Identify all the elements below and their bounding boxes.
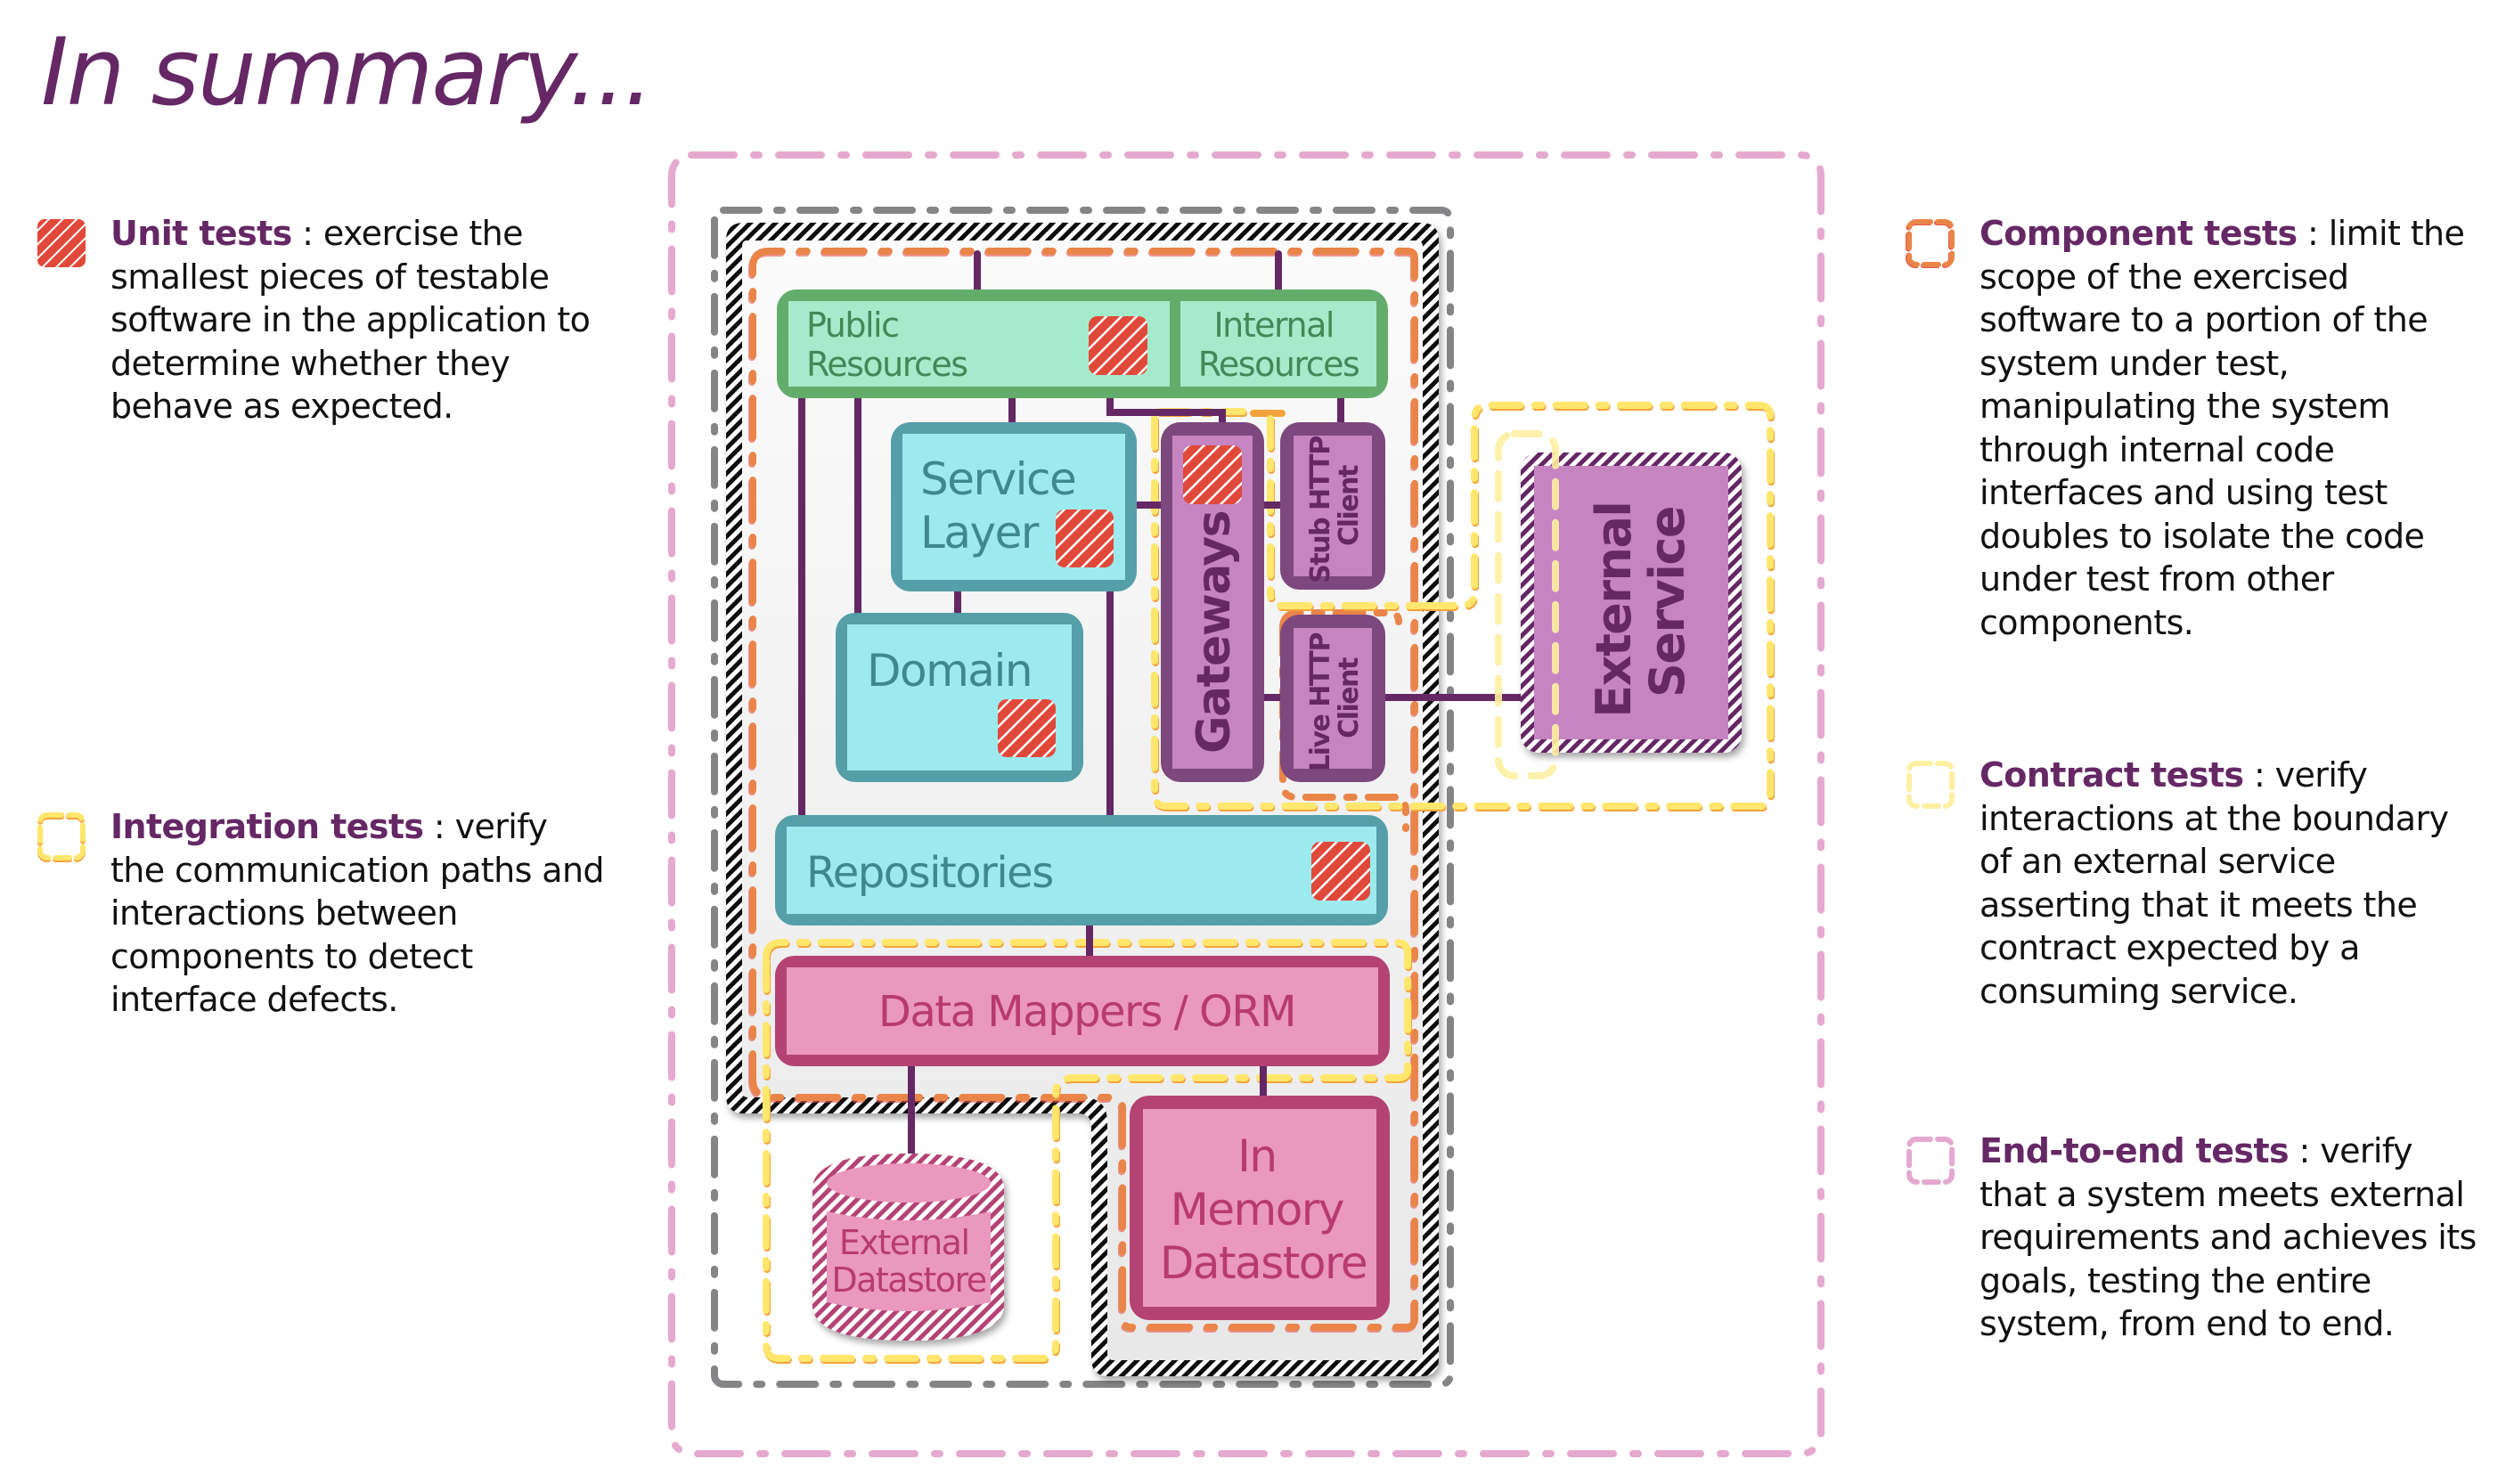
in-memory-datastore-box[interactable]: In Memory Datastore (1130, 1096, 1390, 1320)
unit-test-marker (1183, 445, 1242, 504)
unit-test-marker (1089, 316, 1147, 375)
live-http-client-box[interactable]: Live HTTP Client (1280, 615, 1385, 782)
resources-block[interactable]: Public Resources Internal Resources (777, 289, 1388, 398)
domain-box[interactable]: Domain (836, 613, 1083, 782)
repositories-box[interactable]: Repositories (775, 815, 1388, 925)
gateways-label: Gateways (1188, 511, 1241, 754)
unit-test-marker (998, 699, 1056, 757)
unit-test-marker (1311, 842, 1370, 901)
external-service-label: External Service (1586, 486, 1695, 718)
data-mappers-box[interactable]: Data Mappers / ORM (775, 956, 1390, 1066)
external-datastore-label: External Datastore (831, 1223, 985, 1300)
architecture-diagram: Public Resources Internal Resources Serv… (668, 151, 1825, 1457)
data-mappers-label: Data Mappers / ORM (878, 987, 1295, 1037)
gateways-box[interactable]: Gateways (1161, 422, 1264, 782)
stub-http-client-box[interactable]: Stub HTTP Client (1280, 422, 1385, 590)
domain-label: Domain (867, 645, 1032, 697)
service-layer-box[interactable]: Service Layer (891, 422, 1137, 591)
internal-resources-label: Internal Resources (1198, 306, 1359, 384)
unit-test-marker (1056, 510, 1114, 567)
external-datastore-cylinder[interactable]: External Datastore (812, 1154, 1004, 1341)
repositories-label: Repositories (806, 848, 1053, 898)
